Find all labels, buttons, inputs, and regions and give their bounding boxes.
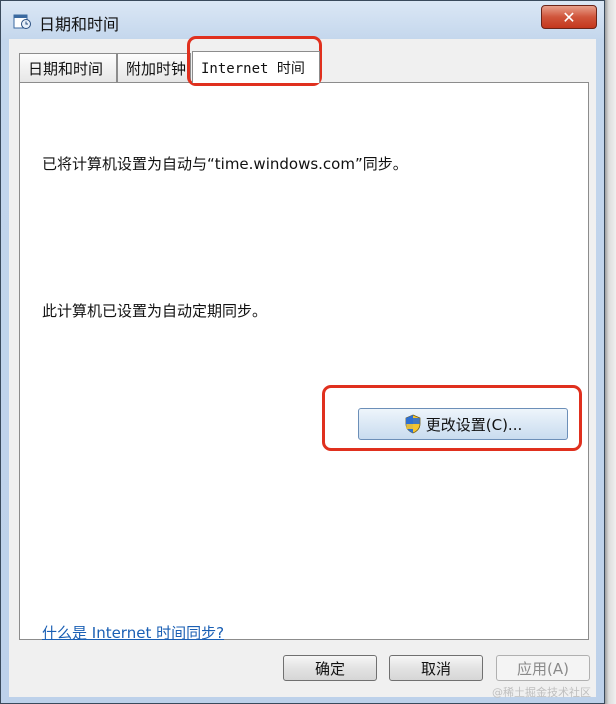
close-icon: ✕ — [562, 7, 576, 27]
close-button[interactable]: ✕ — [541, 5, 597, 29]
sync-status-text: 已将计算机设置为自动与“time.windows.com”同步。 — [42, 155, 408, 173]
tab-internet-time[interactable]: Internet 时间 — [192, 51, 320, 83]
cancel-label: 取消 — [420, 659, 451, 678]
tab-panel: 已将计算机设置为自动与“time.windows.com”同步。 此计算机已设置… — [19, 82, 589, 643]
tab-additional-clocks[interactable]: 附加时钟 — [117, 53, 191, 82]
tab-label: Internet 时间 — [201, 60, 305, 77]
tab-label: 附加时钟 — [126, 59, 187, 78]
window-title: 日期和时间 — [39, 15, 120, 34]
watermark: @稀土掘金技术社区 — [492, 686, 591, 699]
ok-button[interactable]: 确定 — [283, 655, 377, 681]
uac-shield-icon — [405, 414, 421, 434]
change-settings-button[interactable]: 更改设置(C)... — [358, 408, 568, 440]
title-bar[interactable]: 日期和时间 ✕ — [1, 1, 604, 39]
apply-label: 应用(A) — [517, 659, 569, 678]
auto-sync-text: 此计算机已设置为自动定期同步。 — [42, 302, 268, 320]
cancel-button[interactable]: 取消 — [389, 655, 483, 681]
tab-label: 日期和时间 — [28, 59, 104, 78]
ok-label: 确定 — [314, 659, 345, 678]
apply-button[interactable]: 应用(A) — [496, 655, 590, 681]
calendar-clock-icon — [13, 14, 31, 29]
change-settings-label: 更改设置(C)... — [425, 415, 523, 434]
internet-time-help-link[interactable]: 什么是 Internet 时间同步? — [42, 622, 224, 643]
date-time-dialog: 日期和时间 ✕ 日期和时间 附加时钟 Internet 时间 已将计算机设置为自… — [0, 0, 605, 704]
tab-date-time[interactable]: 日期和时间 — [19, 53, 117, 82]
dialog-client-area: 日期和时间 附加时钟 Internet 时间 已将计算机设置为自动与“time.… — [9, 39, 596, 697]
